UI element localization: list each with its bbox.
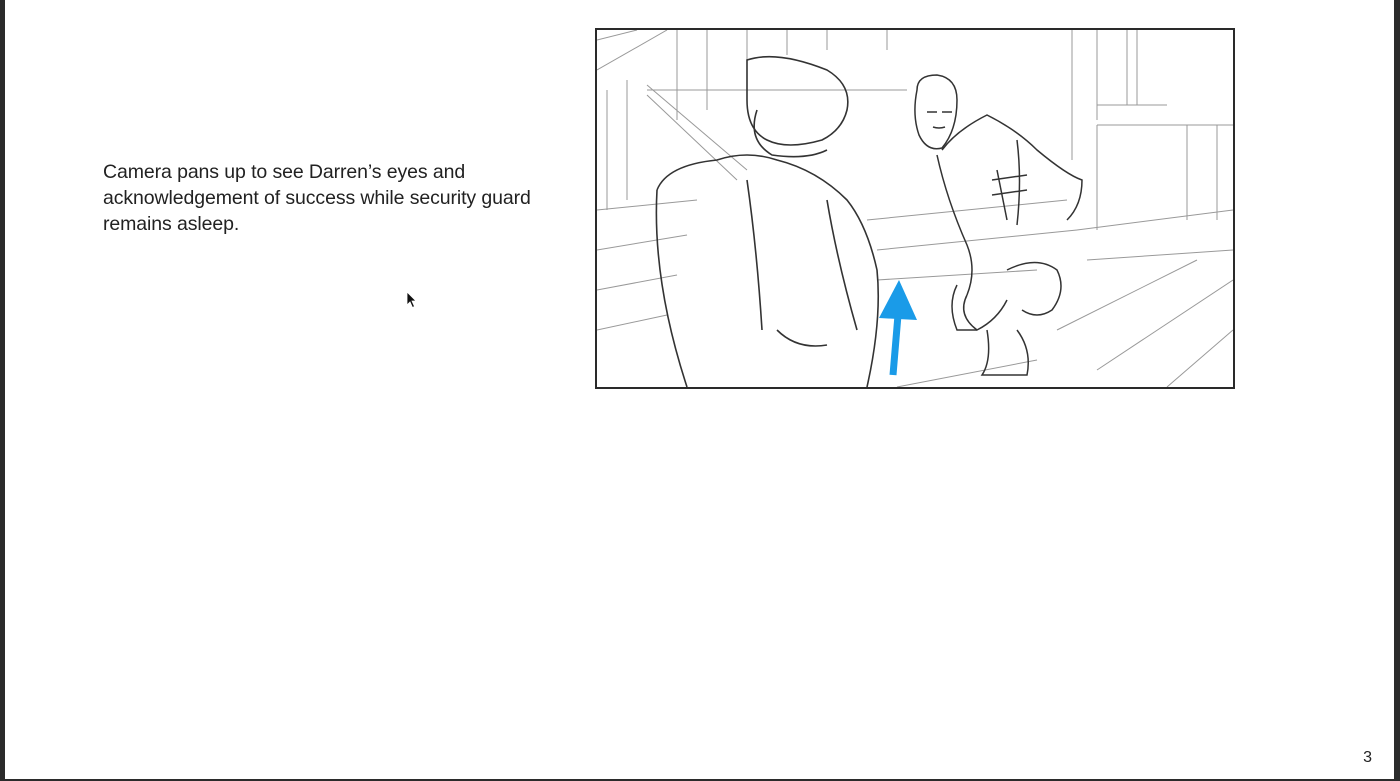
camera-pan-up-arrow-icon	[879, 280, 917, 376]
sketch-storyboard-image	[597, 30, 1233, 387]
mouse-pointer-icon	[406, 291, 417, 309]
page-number: 3	[1363, 749, 1372, 766]
slide-page: Camera pans up to see Darren’s eyes and …	[5, 0, 1394, 779]
slide-caption: Camera pans up to see Darren’s eyes and …	[103, 161, 531, 235]
storyboard-frame	[595, 28, 1235, 389]
